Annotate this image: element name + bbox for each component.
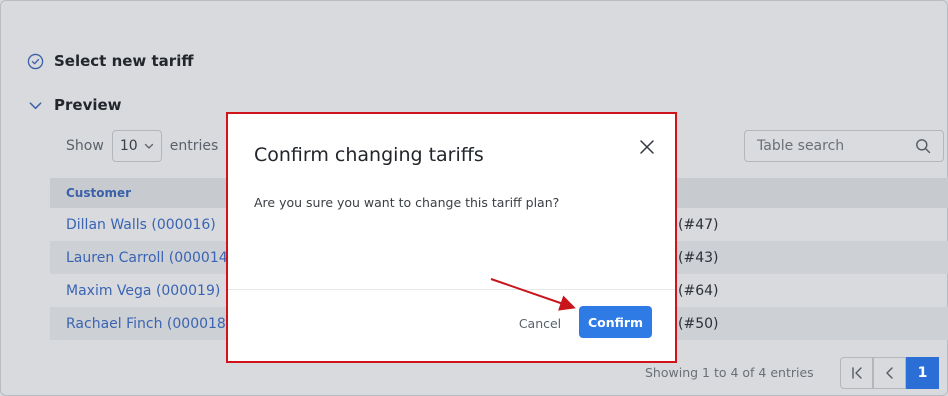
prev-page-icon — [885, 367, 893, 379]
entries-label: entries — [169, 138, 219, 154]
confirm-dialog: Confirm changing tariffs Are you sure yo… — [226, 112, 677, 363]
preview-section[interactable]: Preview — [27, 96, 122, 114]
check-circle-icon — [27, 53, 44, 69]
dialog-divider — [228, 289, 675, 290]
search-placeholder: Table search — [757, 138, 845, 154]
entries-select[interactable]: 10 — [111, 130, 162, 162]
entries-value: 10 — [119, 138, 138, 154]
plan-cell: (#50) — [678, 315, 719, 332]
show-label: Show — [66, 138, 104, 154]
prev-page-button[interactable] — [873, 357, 906, 389]
preview-heading: Preview — [54, 96, 122, 114]
customer-link[interactable]: Dillan Walls (000016) — [66, 217, 216, 233]
chevron-down-icon — [144, 143, 153, 149]
close-icon — [640, 140, 654, 154]
cancel-button[interactable]: Cancel — [510, 308, 570, 338]
entries-control: Show 10 entries — [66, 130, 218, 162]
customer-link[interactable]: Rachael Finch (000018) — [66, 316, 231, 332]
customer-link[interactable]: Lauren Carroll (000014) — [66, 250, 233, 266]
select-tariff-section[interactable]: Select new tariff — [27, 52, 194, 70]
plan-cell: (#47) — [678, 216, 719, 233]
table-search-input[interactable]: Table search — [744, 130, 944, 162]
customer-link[interactable]: Maxim Vega (000019) — [66, 283, 220, 299]
page-1-button[interactable]: 1 — [906, 357, 939, 389]
confirm-button[interactable]: Confirm — [579, 306, 652, 338]
close-button[interactable] — [636, 136, 658, 158]
table-info: Showing 1 to 4 of 4 entries — [645, 365, 814, 380]
column-customer[interactable]: Customer — [66, 186, 131, 200]
chevron-down-icon — [29, 101, 42, 109]
select-tariff-heading: Select new tariff — [54, 52, 194, 70]
dialog-title: Confirm changing tariffs — [254, 144, 484, 166]
plan-cell: (#43) — [678, 249, 719, 266]
dialog-message: Are you sure you want to change this tar… — [254, 195, 560, 210]
plan-cell: (#64) — [678, 282, 719, 299]
search-icon[interactable] — [915, 138, 931, 154]
first-page-icon — [851, 367, 862, 379]
first-page-button[interactable] — [840, 357, 873, 389]
pagination: 1 — [840, 357, 939, 389]
